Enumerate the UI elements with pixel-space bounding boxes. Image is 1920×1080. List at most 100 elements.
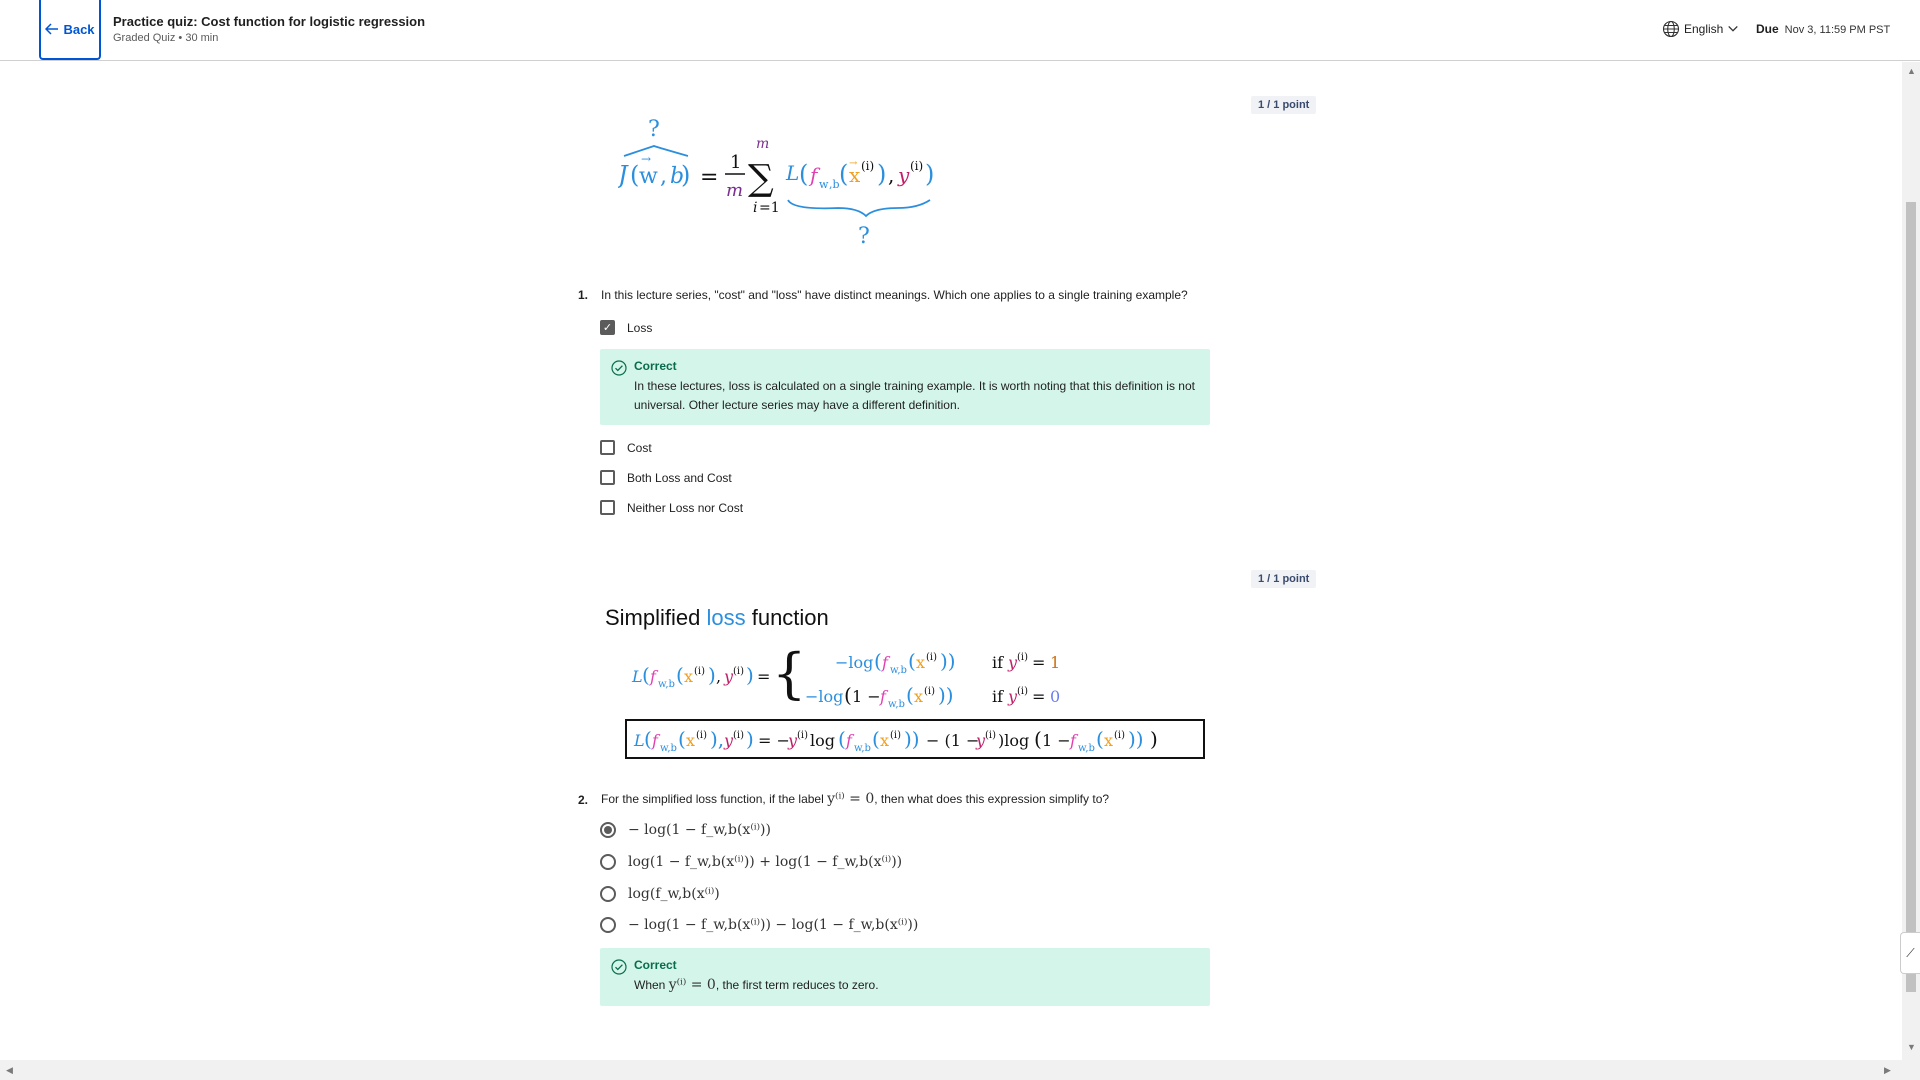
side-panel-toggle-icon[interactable]: ⟋ xyxy=(1900,932,1920,974)
radio[interactable] xyxy=(600,854,616,870)
svg-text:,: , xyxy=(888,163,894,187)
svg-text:): ) xyxy=(877,160,886,188)
due-label: Due xyxy=(1756,22,1779,36)
q1-option-neither[interactable]: Neither Loss nor Cost xyxy=(600,500,743,515)
svg-text:if: if xyxy=(992,687,1004,706)
svg-text:1: 1 xyxy=(1050,653,1060,672)
svg-text:(: ( xyxy=(908,649,916,673)
radio[interactable] xyxy=(600,917,616,933)
chevron-down-icon xyxy=(1728,25,1739,32)
svg-text:(: ( xyxy=(874,649,882,673)
q1-option-cost[interactable]: Cost xyxy=(600,440,652,455)
scroll-left-icon[interactable]: ◀ xyxy=(6,1065,13,1076)
scroll-up-icon[interactable]: ▲ xyxy=(1907,66,1916,76)
svg-text:x: x xyxy=(686,731,695,750)
feedback-post: , the first term reduces to zero. xyxy=(715,978,879,992)
svg-text:(i): (i) xyxy=(733,730,744,741)
q2-text-post: , then what does this expression simplif… xyxy=(874,792,1110,806)
q1-feedback-correct: Correct In these lectures, loss is calcu… xyxy=(600,349,1210,425)
svg-text:(: ( xyxy=(1034,727,1042,751)
checkbox[interactable] xyxy=(600,500,615,515)
svg-text:x: x xyxy=(880,731,889,750)
svg-text:w,b: w,b xyxy=(854,743,871,754)
q2-option-4[interactable]: − log(1 − f_w,b(x⁽ⁱ⁾)) − log(1 − f_w,b(x… xyxy=(600,917,918,933)
svg-text:L: L xyxy=(633,731,645,750)
svg-text:): ) xyxy=(1150,727,1158,751)
svg-text:→: → xyxy=(641,152,651,166)
q2-option-2[interactable]: log(1 − f_w,b(x⁽ⁱ⁾)) + log(1 − f_w,b(x⁽ⁱ… xyxy=(600,854,902,870)
checkbox[interactable] xyxy=(600,440,615,455)
q2-option-3[interactable]: log(f_w,b(x⁽ⁱ⁾) xyxy=(600,886,720,902)
checkbox[interactable] xyxy=(600,470,615,485)
svg-text:(i): (i) xyxy=(926,652,937,663)
svg-text:=1: =1 xyxy=(759,200,780,216)
q1-number: 1. xyxy=(578,288,589,302)
svg-text:m: m xyxy=(756,136,769,152)
svg-text:(: ( xyxy=(630,161,639,189)
quiz-title: Practice quiz: Cost function for logisti… xyxy=(113,14,426,29)
scroll-right-icon[interactable]: ▶ xyxy=(1884,1065,1891,1076)
simplified-loss-formula-image: L ( f w,b ( x (i) ) , y (i) ) = { −log (… xyxy=(625,642,1205,759)
svg-text:(: ( xyxy=(642,663,650,687)
title-post: function xyxy=(745,605,829,630)
svg-text:(i): (i) xyxy=(985,730,996,741)
svg-text:1: 1 xyxy=(730,152,741,173)
svg-text:)): )) xyxy=(940,649,956,673)
language-selector[interactable]: English xyxy=(1662,20,1739,38)
radio[interactable] xyxy=(600,886,616,902)
q1-option-loss[interactable]: ✓ Loss xyxy=(600,320,652,335)
svg-text:L: L xyxy=(785,161,799,185)
svg-text:w,b: w,b xyxy=(888,699,905,710)
simplified-loss-title: Simplified loss function xyxy=(605,605,829,631)
q2-number: 2. xyxy=(578,793,589,807)
svg-text:(: ( xyxy=(906,683,914,707)
svg-text:(: ( xyxy=(1096,727,1104,751)
svg-text:1 −: 1 − xyxy=(1042,731,1071,750)
option-label: log(f_w,b(x⁽ⁱ⁾) xyxy=(628,886,720,902)
svg-text:− (1 −: − (1 − xyxy=(926,731,979,750)
option-label: Cost xyxy=(627,440,652,455)
q1-points-badge: 1 / 1 point xyxy=(1251,96,1317,114)
svg-text:(: ( xyxy=(799,160,808,188)
svg-text:?: ? xyxy=(648,117,660,142)
svg-text:=: = xyxy=(1032,653,1045,672)
svg-text:): ) xyxy=(746,663,754,687)
svg-text:w,b: w,b xyxy=(658,679,675,690)
svg-text:L: L xyxy=(631,667,643,686)
svg-text:(: ( xyxy=(872,727,880,751)
svg-text:): ) xyxy=(925,160,934,188)
radio-selected[interactable] xyxy=(600,822,616,838)
option-label: log(1 − f_w,b(x⁽ⁱ⁾)) + log(1 − f_w,b(x⁽ⁱ… xyxy=(628,854,903,870)
svg-text:(i): (i) xyxy=(890,730,901,741)
q2-option-1[interactable]: − log(1 − f_w,b(x⁽ⁱ⁾)) xyxy=(600,822,771,838)
svg-text:w: w xyxy=(639,164,658,189)
feedback-text: When y⁽ⁱ⁾ = 0, the first term reduces to… xyxy=(634,976,1198,995)
svg-text:1 −: 1 − xyxy=(852,687,881,706)
svg-text:i: i xyxy=(753,200,757,216)
horizontal-scrollbar[interactable]: ◀ ▶ xyxy=(0,1060,1920,1080)
svg-text:)): )) xyxy=(938,683,954,707)
checkbox-checked[interactable]: ✓ xyxy=(600,320,615,335)
back-label: Back xyxy=(63,21,95,37)
svg-text:x: x xyxy=(914,687,923,706)
back-button[interactable]: Back xyxy=(39,0,101,60)
svg-text:=: = xyxy=(1032,687,1045,706)
svg-text:),: ), xyxy=(710,727,724,751)
svg-text:(i): (i) xyxy=(1017,686,1028,697)
scrollbar-thumb[interactable] xyxy=(1906,202,1916,992)
svg-text:(i): (i) xyxy=(924,686,935,697)
svg-text:y: y xyxy=(897,163,910,187)
svg-text:)): )) xyxy=(1128,727,1144,751)
svg-text:w,b: w,b xyxy=(890,665,907,676)
check-circle-icon xyxy=(611,360,627,376)
svg-text:(i): (i) xyxy=(696,730,707,741)
svg-text:(i): (i) xyxy=(1114,730,1125,741)
svg-text:−log: −log xyxy=(805,687,843,706)
vertical-scrollbar[interactable]: ▲ ▼ xyxy=(1902,62,1920,1060)
svg-text:x: x xyxy=(916,653,925,672)
scroll-down-icon[interactable]: ▼ xyxy=(1907,1042,1916,1052)
feedback-title: Correct xyxy=(634,958,677,972)
due-date: Due Nov 3, 11:59 PM PST xyxy=(1756,22,1890,36)
svg-text:(i): (i) xyxy=(861,159,874,173)
q1-option-both[interactable]: Both Loss and Cost xyxy=(600,470,732,485)
